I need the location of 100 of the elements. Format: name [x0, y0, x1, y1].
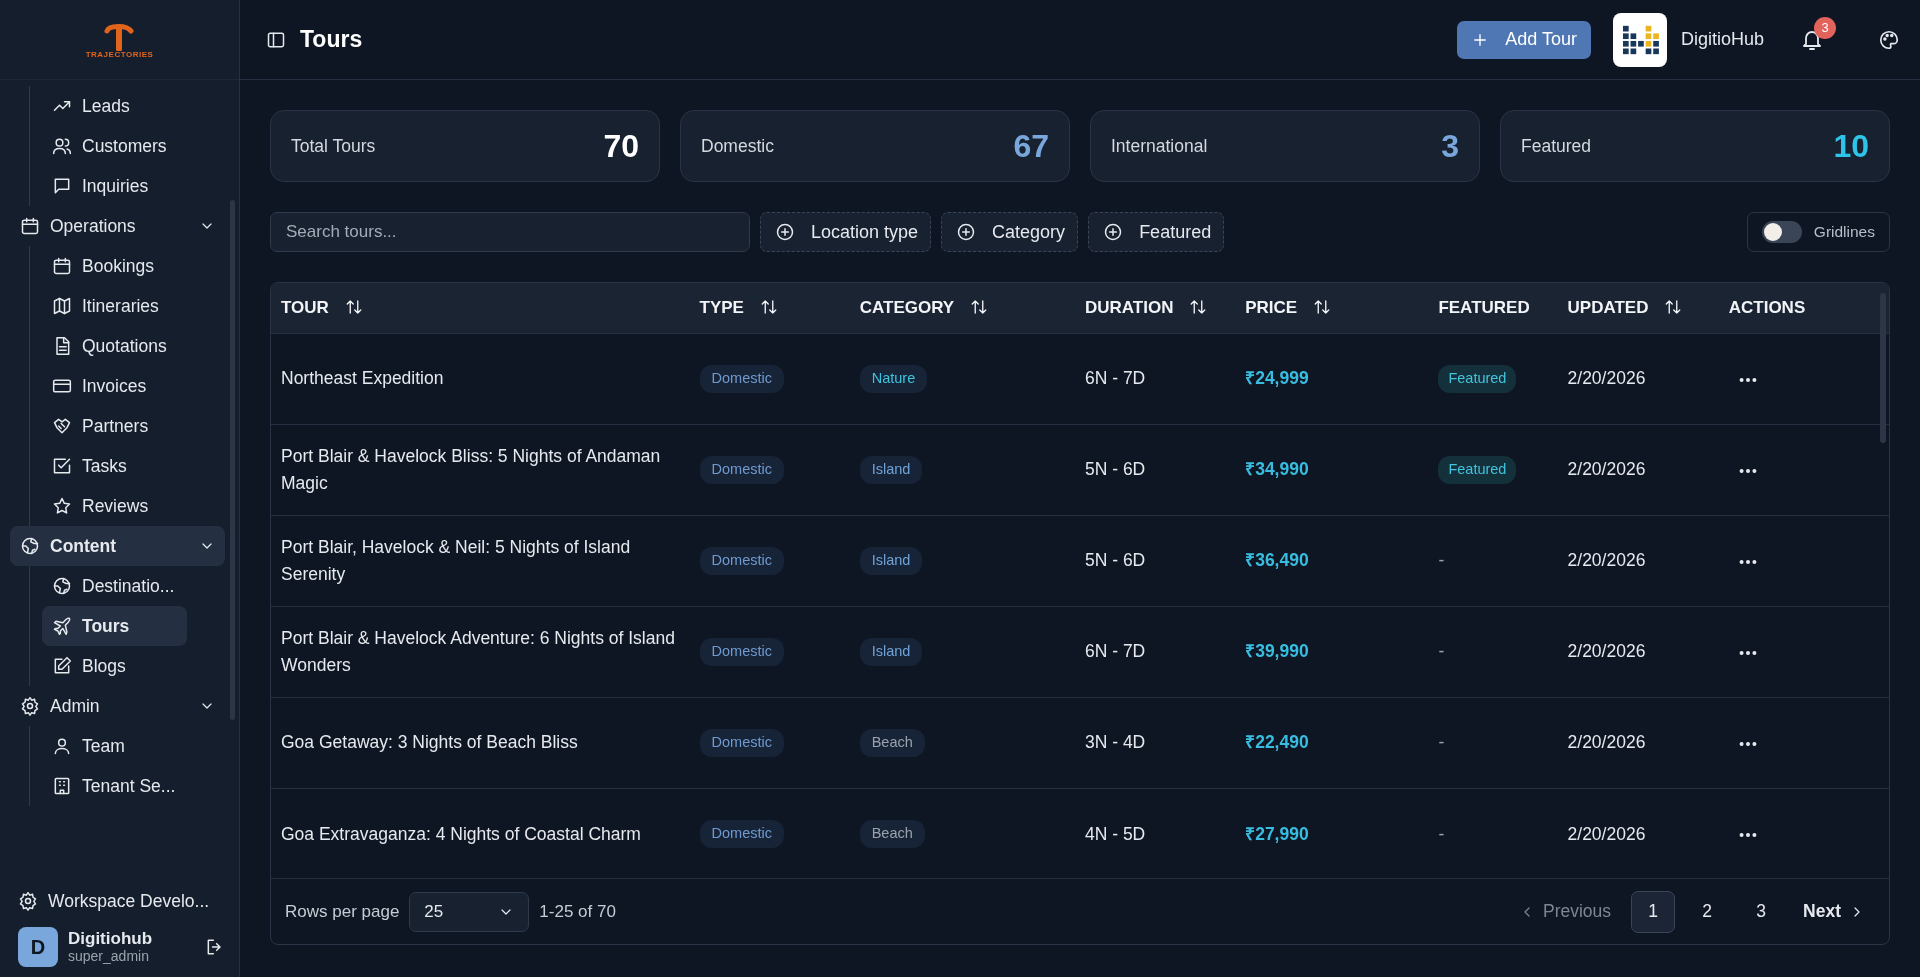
featured-empty: - — [1438, 823, 1445, 844]
sort-icon — [1313, 298, 1332, 316]
featured-empty: - — [1438, 732, 1445, 753]
price: ₹36,490 — [1245, 550, 1309, 571]
price: ₹27,990 — [1245, 823, 1309, 844]
sidebar-item[interactable]: Quotations — [42, 326, 187, 366]
sort-icon — [759, 298, 778, 316]
workspace-link[interactable]: Workspace Develo... — [18, 881, 225, 921]
sidebar-item[interactable]: Customers — [42, 126, 187, 166]
price: ₹34,990 — [1245, 459, 1309, 480]
sidebar-item[interactable]: Itineraries — [42, 286, 187, 326]
logo: TRAJECTORIES — [85, 20, 154, 59]
next-button[interactable]: Next — [1793, 891, 1875, 932]
category-tag: Beach — [859, 729, 925, 757]
sidebar-group[interactable]: Content — [10, 526, 225, 566]
calendar-icon — [52, 256, 72, 276]
sidebar-item[interactable]: Tours — [42, 606, 187, 646]
map-icon — [52, 296, 72, 316]
stat-label: Featured — [1521, 134, 1592, 158]
sort-icon — [344, 298, 363, 316]
sidebar-item[interactable]: Partners — [42, 406, 187, 446]
page-button[interactable]: 2 — [1685, 890, 1730, 933]
category-tag: Island — [859, 638, 923, 666]
column-header[interactable]: CATEGORY — [849, 283, 1075, 333]
type-tag: Domestic — [699, 729, 784, 757]
featured-tag: Featured — [1438, 365, 1517, 393]
sidebar-item[interactable]: Blogs — [42, 646, 187, 686]
sidebar-group[interactable]: Admin — [10, 686, 225, 726]
sidebar-item[interactable]: Leads — [42, 86, 187, 126]
sidebar-item[interactable]: Invoices — [42, 366, 187, 406]
page-button[interactable]: 3 — [1739, 890, 1784, 933]
settings-icon — [20, 696, 40, 716]
sidebar-item[interactable]: Team — [42, 726, 187, 766]
scrollbar[interactable] — [1880, 293, 1886, 443]
updated-date: 2/20/2026 — [1567, 732, 1646, 753]
add-tour-button[interactable]: Add Tour — [1457, 20, 1591, 59]
price: ₹39,990 — [1245, 641, 1309, 662]
category-tag: Island — [859, 547, 923, 575]
tour-name: Goa Extravaganza: 4 Nights of Coastal Charm — [281, 823, 641, 844]
plane-icon — [52, 616, 72, 636]
column-header[interactable]: TOUR — [271, 283, 690, 333]
user-icon — [52, 736, 72, 756]
chat-icon — [52, 176, 72, 196]
page-title: Tours — [300, 25, 363, 54]
type-tag: Domestic — [699, 547, 784, 575]
duration: 4N - 5D — [1084, 823, 1146, 844]
updated-date: 2/20/2026 — [1567, 459, 1646, 480]
tour-name: Port Blair, Havelock & Neil: 5 Nights of Island Serenity — [281, 537, 631, 584]
page-size-select[interactable]: 25 — [409, 891, 530, 932]
building-icon — [52, 776, 72, 796]
sidebar-item[interactable]: Destinatio... — [42, 566, 187, 606]
type-tag: Domestic — [699, 820, 784, 849]
duration: 3N - 4D — [1084, 732, 1146, 753]
sidebar-item[interactable]: Bookings — [42, 246, 187, 286]
featured-empty: - — [1438, 641, 1445, 662]
price: ₹24,999 — [1245, 368, 1309, 389]
type-tag: Domestic — [699, 456, 784, 484]
filter-button[interactable]: Category — [941, 212, 1079, 252]
scrollbar[interactable] — [230, 200, 235, 720]
page-button[interactable]: 1 — [1631, 890, 1676, 933]
filter-button[interactable]: Featured — [1088, 212, 1225, 252]
type-tag: Domestic — [699, 365, 784, 393]
filter-button[interactable]: Location type — [760, 212, 932, 252]
updated-date: 2/20/2026 — [1567, 368, 1646, 389]
users-icon — [52, 136, 72, 156]
column-header[interactable]: PRICE — [1235, 283, 1429, 333]
stat-value: 70 — [603, 127, 639, 166]
tour-name: Northeast Expedition — [281, 368, 444, 389]
calendar-icon — [20, 216, 40, 236]
globe-icon — [52, 576, 72, 596]
search-field[interactable]: Search tours... — [270, 212, 750, 252]
org-name: DigitioHub — [1680, 28, 1764, 51]
sidebar-item[interactable]: Tenant Se... — [42, 766, 187, 806]
palette-icon[interactable] — [1878, 28, 1900, 51]
tour-name: Goa Getaway: 3 Nights of Beach Bliss — [281, 732, 578, 753]
checkbox-icon — [52, 456, 72, 476]
stat-value: 67 — [1013, 127, 1049, 166]
category-tag: Beach — [859, 820, 925, 849]
stat-label: International — [1111, 134, 1208, 158]
tour-name: Port Blair & Havelock Adventure: 6 Nights of Island Wonders — [281, 628, 675, 675]
column-header[interactable]: UPDATED — [1557, 283, 1719, 333]
column-header[interactable]: TYPE — [689, 283, 850, 333]
sidebar-item[interactable]: Tasks — [42, 446, 187, 486]
edit-icon — [52, 656, 72, 676]
sidebar-item[interactable]: Reviews — [42, 486, 187, 526]
plus-circle-icon — [1103, 222, 1124, 242]
column-header: FEATURED — [1428, 283, 1558, 333]
stat-value: 3 — [1441, 127, 1459, 166]
page-range: 1-25 of 70 — [539, 900, 616, 923]
column-header[interactable]: DURATION — [1074, 283, 1236, 333]
sidebar-item[interactable]: Inquiries — [42, 166, 187, 206]
tour-name: Port Blair & Havelock Bliss: 5 Nights of Andaman Magic — [281, 446, 661, 493]
featured-tag: Featured — [1438, 456, 1517, 484]
globe-icon — [20, 536, 40, 556]
price: ₹22,490 — [1245, 732, 1309, 753]
stat-label: Total Tours — [291, 134, 376, 158]
sort-icon — [1664, 298, 1683, 316]
card-icon — [52, 376, 72, 396]
gridlines-toggle[interactable]: Gridlines — [1746, 212, 1890, 252]
sidebar-group[interactable]: Operations — [10, 206, 225, 246]
